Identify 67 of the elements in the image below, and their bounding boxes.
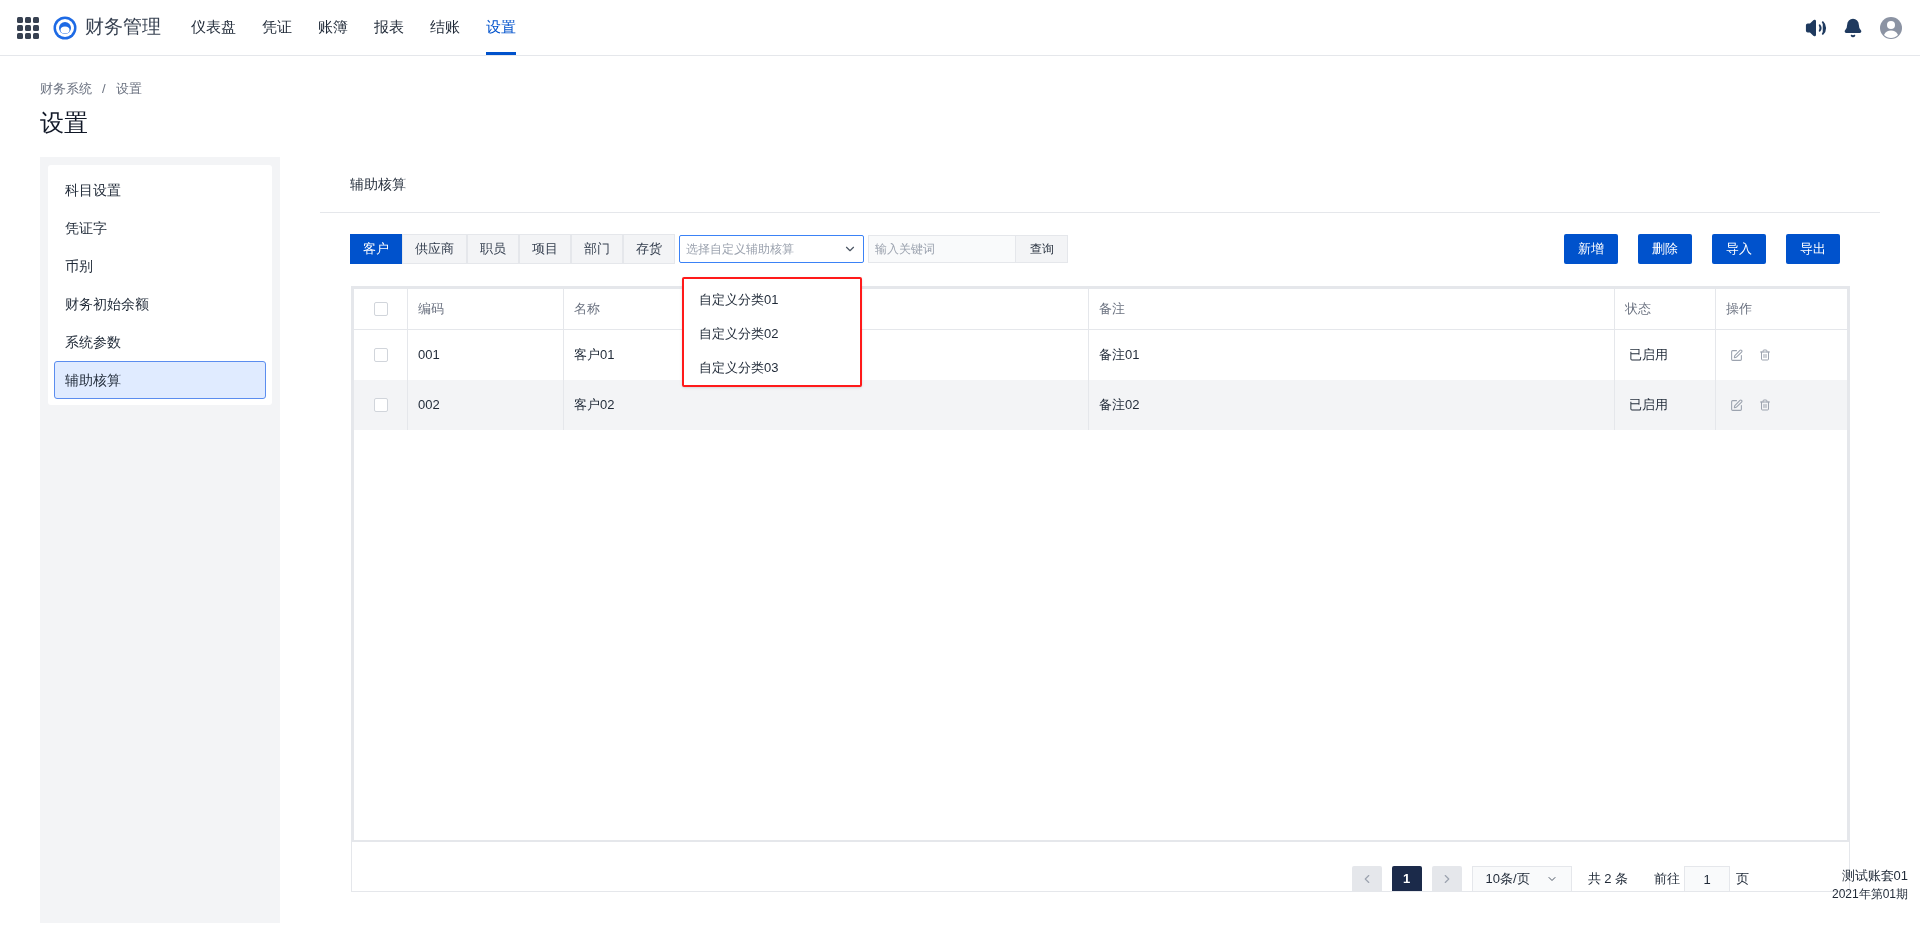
breadcrumb-separator: /: [102, 80, 106, 99]
column-header: 名称: [574, 300, 600, 319]
page-size-select[interactable]: 10条/页: [1471, 866, 1572, 891]
checkbox[interactable]: [373, 302, 388, 316]
action-button[interactable]: 导出: [1786, 234, 1840, 264]
sidebar-item[interactable]: 财务初始余额: [54, 285, 266, 323]
nav-tab[interactable]: 仪表盘: [191, 0, 236, 55]
page-title: 设置: [40, 108, 89, 138]
action-button[interactable]: 导入: [1712, 234, 1766, 264]
logo-icon: [53, 15, 77, 40]
sidebar-item[interactable]: 币别: [54, 247, 266, 285]
column-header: 操作: [1726, 300, 1752, 319]
account-period: 2021年第01期: [1831, 886, 1908, 903]
account-name: 测试账套01: [1841, 867, 1908, 885]
nav-tab[interactable]: 设置: [486, 0, 516, 55]
table-cell-text: 已启用: [1629, 396, 1668, 415]
delete-icon[interactable]: [1759, 349, 1771, 361]
table-cell-text: 备注01: [1099, 346, 1140, 365]
sidebar-item[interactable]: 科目设置: [54, 171, 266, 209]
table-cell-text: 已启用: [1629, 346, 1668, 365]
goto-label: 前往: [1654, 869, 1680, 888]
column-header: 状态: [1625, 300, 1651, 319]
edit-icon[interactable]: [1730, 398, 1743, 412]
dropdown-option[interactable]: 自定义分类03: [684, 351, 860, 385]
nav-tab[interactable]: 账簿: [318, 0, 348, 55]
breadcrumb-link[interactable]: 财务系统: [40, 79, 92, 99]
category-tab[interactable]: 职员: [467, 234, 519, 264]
delete-icon[interactable]: [1759, 399, 1771, 411]
checkbox[interactable]: [373, 348, 388, 362]
category-tab[interactable]: 客户: [350, 234, 402, 264]
notification-icon[interactable]: [1843, 17, 1863, 38]
avatar-icon[interactable]: [1879, 15, 1903, 40]
sidebar-item[interactable]: 系统参数: [54, 323, 266, 361]
table-cell-text: 客户01: [574, 346, 615, 365]
table-cell-text: 备注02: [1099, 396, 1140, 415]
sidebar-item[interactable]: 凭证字: [54, 209, 266, 247]
section-title: 辅助核算: [350, 175, 406, 194]
category-tab[interactable]: 项目: [519, 234, 571, 264]
column-header: 编码: [418, 300, 444, 319]
sidebar-item[interactable]: 辅助核算: [54, 361, 266, 399]
dropdown-option[interactable]: 自定义分类01: [684, 283, 860, 317]
apps-grid-icon[interactable]: [17, 16, 39, 39]
app-title: 财务管理: [85, 15, 161, 40]
dropdown-option[interactable]: 自定义分类02: [684, 317, 860, 351]
goto-suffix: 页: [1736, 869, 1749, 888]
total-count: 共 2 条: [1586, 869, 1629, 888]
goto-page-field[interactable]: 1: [1684, 866, 1730, 891]
action-button[interactable]: 新增: [1564, 234, 1618, 264]
breadcrumb-current: 设置: [115, 80, 142, 99]
next-page-button[interactable]: [1431, 866, 1462, 891]
table-cell-text: 客户02: [574, 396, 615, 415]
category-tab[interactable]: 存货: [623, 234, 675, 264]
action-button[interactable]: 删除: [1638, 234, 1692, 264]
column-header: 备注: [1099, 300, 1125, 319]
nav-tab[interactable]: 凭证: [262, 0, 292, 55]
page-button[interactable]: 1: [1391, 866, 1422, 891]
previous-page-button[interactable]: [1351, 866, 1382, 891]
checkbox[interactable]: [373, 398, 388, 412]
edit-icon[interactable]: [1730, 348, 1743, 362]
table-cell-text: 002: [418, 396, 440, 415]
keyword-field[interactable]: 输入关键词: [868, 235, 1016, 263]
query-button[interactable]: 查询: [1016, 235, 1068, 263]
nav-tab[interactable]: 报表: [374, 0, 404, 55]
category-tab[interactable]: 部门: [571, 234, 623, 264]
nav-tab[interactable]: 结账: [430, 0, 460, 55]
category-tab[interactable]: 供应商: [402, 234, 467, 264]
table-cell-text: 001: [418, 346, 440, 365]
